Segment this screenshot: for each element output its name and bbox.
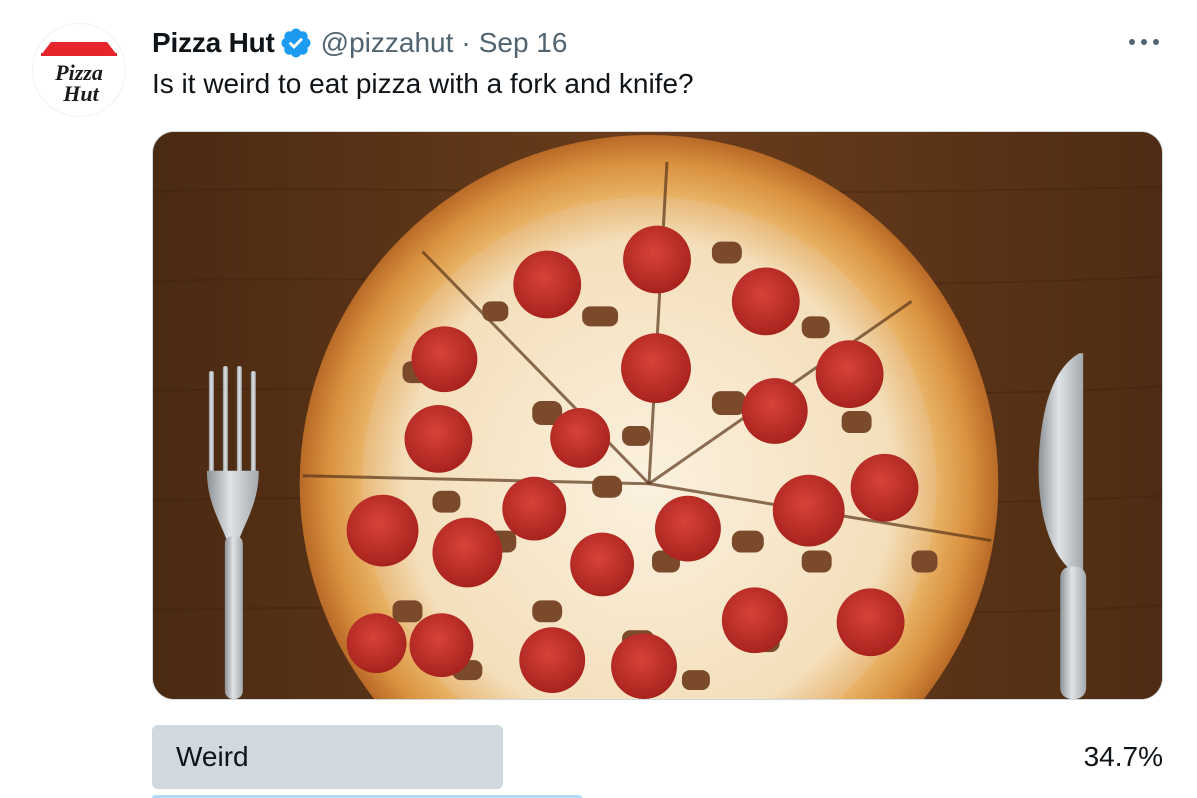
tweet-header: Pizza Hut @pizzahut · Sep 16: [152, 24, 567, 62]
tweet-text: Is it weird to eat pizza with a fork and…: [152, 68, 694, 99]
verified-badge-icon: [279, 26, 313, 60]
poll-option-percent: 34.7%: [1083, 741, 1163, 772]
display-name[interactable]: Pizza Hut: [152, 27, 275, 59]
poll-option-label: Weird: [176, 741, 249, 772]
pizza-hut-logo: Pizza Hut: [33, 24, 125, 116]
tweet: Pizza Hut Pizza Hut @pizzahut · Sep 16 I…: [0, 0, 1197, 798]
more-options-button[interactable]: [1122, 28, 1166, 56]
timestamp[interactable]: Sep 16: [479, 27, 568, 59]
pizza-photo: [153, 132, 1162, 699]
poll-option-weird[interactable]: Weird 34.7%: [152, 725, 1163, 789]
user-handle[interactable]: @pizzahut: [321, 27, 454, 59]
svg-text:Hut: Hut: [62, 81, 99, 106]
avatar[interactable]: Pizza Hut: [33, 24, 125, 116]
more-options-icon: [1129, 39, 1159, 45]
separator-dot: ·: [461, 27, 471, 58]
tweet-media-image[interactable]: [152, 131, 1163, 700]
